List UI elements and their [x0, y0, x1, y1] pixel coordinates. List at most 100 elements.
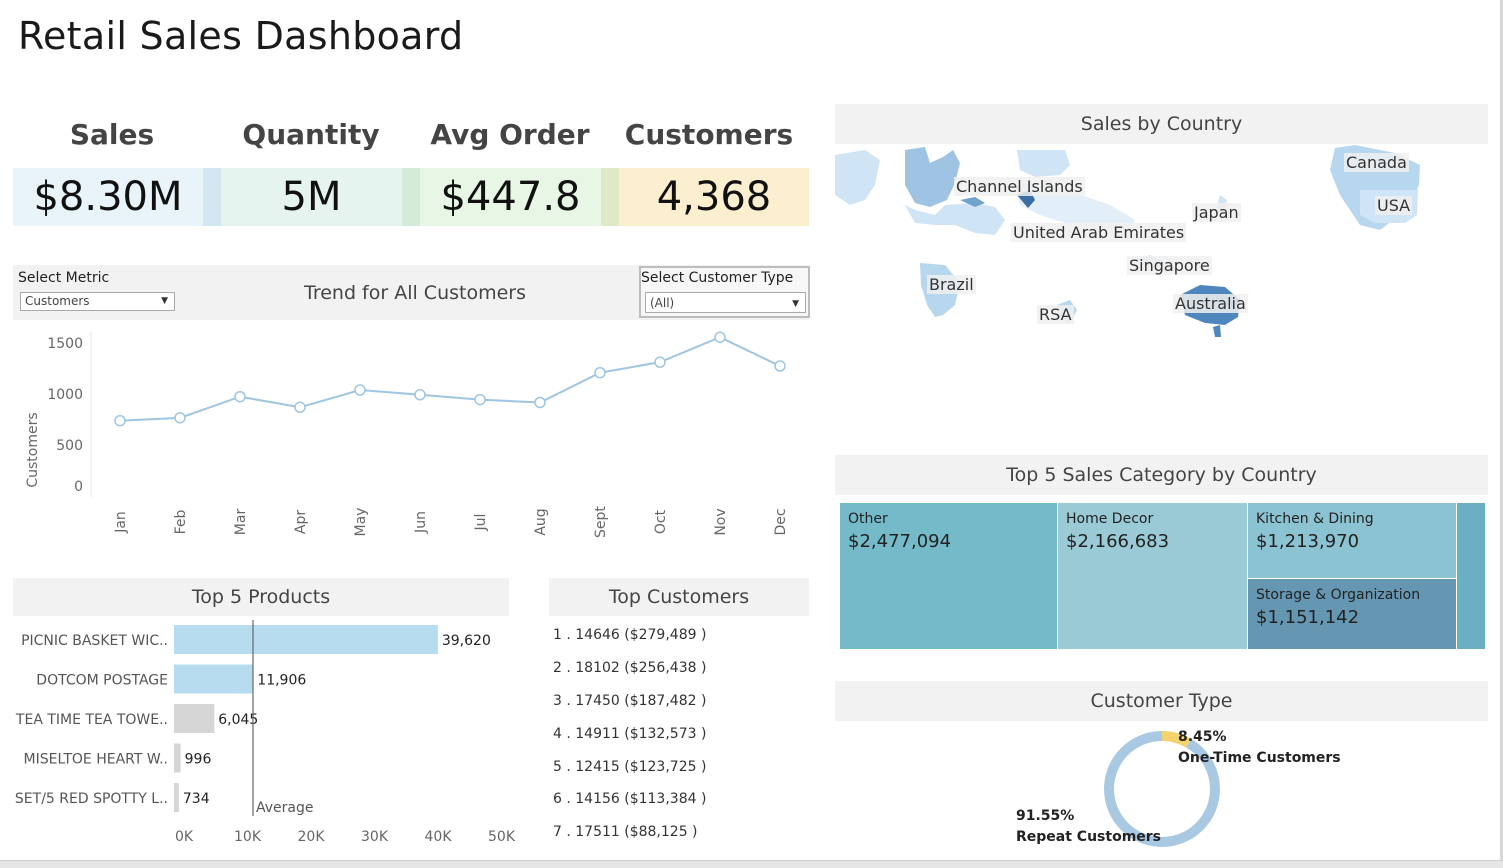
top-customers-header: Top Customers [549, 578, 809, 616]
product-value-label: 39,620 [442, 633, 491, 649]
trend-point-feb[interactable] [174, 412, 186, 424]
trend-point-apr[interactable] [294, 401, 306, 414]
xtick-jul: Jul [473, 514, 489, 532]
repeat-label: Repeat Customers [1016, 829, 1162, 845]
trend-point-nov[interactable] [714, 331, 726, 343]
trend-point-jul[interactable] [474, 393, 486, 406]
trend-point-mar[interactable] [234, 390, 246, 403]
product-bar[interactable] [174, 704, 215, 733]
sheet-tabs-bar[interactable] [0, 860, 1503, 868]
xtick-dec: Dec [773, 508, 789, 535]
north-atlantic-shape[interactable] [835, 150, 880, 205]
one-time-label: One-Time Customers [1178, 750, 1341, 766]
product-xtick: 50K [488, 829, 516, 845]
treemap-cell-extra[interactable] [1456, 502, 1486, 650]
xtick-apr: Apr [293, 510, 309, 534]
customer-type-value: (All) [650, 296, 675, 310]
ytick-500: 500 [56, 438, 83, 454]
xtick-jun: Jun [413, 511, 429, 534]
kpi-sales-value[interactable]: $8.30M [13, 168, 203, 226]
map-label-singapore: Singapore [1127, 256, 1212, 275]
kpi-quantity-label: Quantity [242, 118, 380, 151]
xtick-jan: Jan [113, 511, 129, 534]
map-label-rsa: RSA [1037, 305, 1074, 324]
kpi-quantity-value[interactable]: 5M [221, 168, 402, 226]
treemap-cell-kitchen-dining[interactable]: Kitchen & Dining $1,213,970 [1247, 502, 1457, 579]
product-bar[interactable] [174, 664, 254, 694]
kpi-avg-order-value[interactable]: $447.8 [420, 168, 601, 226]
map-label-usa: USA [1375, 196, 1413, 215]
treemap-value: $1,151,142 [1256, 607, 1360, 628]
russia-shape[interactable] [1017, 150, 1070, 177]
xtick-may: May [353, 508, 369, 537]
select-metric-label: Select Metric [18, 270, 110, 286]
map-header: Sales by Country [835, 104, 1488, 144]
customer-row[interactable]: 7 . 17511 ($88,125 ) [553, 824, 698, 840]
treemap-cell-storage-organization[interactable]: Storage & Organization $1,151,142 [1247, 578, 1457, 650]
customer-row[interactable]: 3 . 17450 ($187,482 ) [553, 693, 706, 709]
customer-row[interactable]: 1 . 14646 ($279,489 ) [553, 627, 706, 643]
trend-point-sept[interactable] [594, 366, 606, 379]
kpi-customers-value[interactable]: 4,368 [619, 168, 809, 226]
kpi-sales-label: Sales [69, 118, 155, 151]
xtick-feb: Feb [173, 509, 189, 534]
kpi-avg-order-strip [601, 168, 619, 226]
map-label-brazil: Brazil [927, 275, 976, 294]
treemap-cell-other[interactable]: Other $2,477,094 [839, 502, 1058, 650]
chevron-down-icon: ▼ [161, 296, 168, 306]
trend-point-may[interactable] [354, 384, 366, 396]
product-bar[interactable] [174, 743, 181, 773]
product-value-label: 734 [183, 791, 210, 807]
product-name: SET/5 RED SPOTTY L.. [15, 791, 168, 807]
repeat-pct: 91.55% [1016, 808, 1075, 824]
xtick-nov: Nov [713, 508, 729, 535]
product-name: PICNIC BASKET WIC.. [21, 633, 168, 649]
trend-point-dec[interactable] [774, 360, 786, 372]
trend-point-jan[interactable] [114, 414, 126, 427]
mideast-shape[interactable] [905, 203, 1005, 235]
ytick-1500: 1500 [47, 336, 83, 352]
customer-type-header: Customer Type [835, 681, 1488, 721]
product-xtick: 20K [298, 829, 326, 845]
ytick-1000: 1000 [47, 387, 83, 403]
product-value-label: 11,906 [257, 673, 306, 689]
one-time-pct: 8.45% [1178, 729, 1227, 745]
select-metric-dropdown[interactable]: Customers ▼ [20, 292, 175, 311]
customer-row[interactable]: 2 . 18102 ($256,438 ) [553, 660, 706, 676]
treemap-category: Kitchen & Dining [1256, 511, 1374, 527]
product-value-label: 996 [185, 752, 212, 768]
xtick-oct: Oct [653, 509, 669, 534]
trend-point-oct[interactable] [654, 356, 666, 368]
product-bar[interactable] [174, 625, 438, 654]
trend-point-aug[interactable] [534, 396, 546, 409]
xtick-sept: Sept [593, 506, 609, 538]
tasmania-shape[interactable] [1213, 325, 1221, 337]
customer-row[interactable]: 4 . 14911 ($132,573 ) [553, 726, 706, 742]
treemap-category: Storage & Organization [1256, 587, 1421, 603]
kpi-sales-strip [203, 168, 221, 226]
customer-type-dropdown[interactable]: (All) ▼ [645, 292, 806, 313]
map-label-australia: Australia [1173, 294, 1248, 313]
product-value-label: 6,045 [218, 712, 258, 728]
product-name: DOTCOM POSTAGE [36, 673, 168, 689]
customer-row[interactable]: 5 . 12415 ($123,725 ) [553, 759, 706, 775]
sales-by-country-map[interactable] [835, 145, 1488, 445]
trend-line-chart[interactable]: Customers 1500 1000 500 0 Jan Feb Mar Apr Ma… [13, 322, 809, 552]
product-name: MISELTOE HEART W.. [24, 752, 168, 768]
kpi-avg-order-label: Avg Order [430, 118, 590, 151]
treemap-value: $2,166,683 [1066, 531, 1170, 552]
trend-ylabel: Customers [25, 412, 41, 487]
product-bar[interactable] [174, 783, 179, 812]
treemap-cell-home-decor[interactable]: Home Decor $2,166,683 [1057, 502, 1248, 650]
ytick-0: 0 [74, 479, 83, 495]
trend-point-jun[interactable] [414, 389, 426, 401]
product-xtick: 30K [361, 829, 389, 845]
customer-row[interactable]: 6 . 14156 ($113,384 ) [553, 791, 706, 807]
europe-shape[interactable] [905, 147, 960, 207]
trend-title: Trend for All Customers [304, 282, 526, 304]
map-label-japan: Japan [1192, 203, 1241, 222]
average-label: Average [256, 800, 314, 816]
page-title: Retail Sales Dashboard [18, 14, 464, 58]
top-products-bar-chart[interactable]: PICNIC BASKET WIC.. 39,620 DOTCOM POSTAGE 1… [0, 618, 520, 850]
map-label-channel-islands: Channel Islands [954, 177, 1085, 196]
